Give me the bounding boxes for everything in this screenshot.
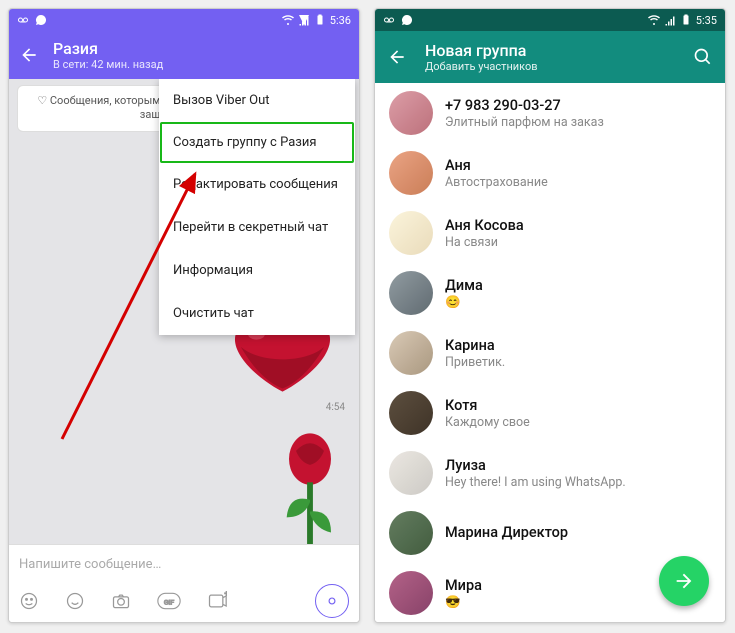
contact-row[interactable]: Дима😊 <box>375 263 725 323</box>
sticker-icon[interactable] <box>65 591 85 611</box>
chat-body: ♡ Сообщения, которыми вы обмениваетесь в… <box>9 79 359 544</box>
contact-name: Аня Косова <box>445 217 524 234</box>
contact-status: Приветик. <box>445 355 505 370</box>
whatsapp-notif-icon <box>35 14 47 26</box>
contacts-list[interactable]: +7 983 290-03-27Элитный парфюм на заказ … <box>375 83 725 622</box>
contact-name: Карина <box>445 337 505 354</box>
camera-icon[interactable] <box>111 591 131 611</box>
contact-row[interactable]: Аня КосоваНа связи <box>375 203 725 263</box>
avatar <box>389 391 433 435</box>
send-button[interactable] <box>315 584 349 618</box>
menu-item-viber-out[interactable]: Вызов Viber Out <box>159 79 355 122</box>
message-input[interactable] <box>19 553 349 576</box>
contact-row[interactable]: КаринаПриветик. <box>375 323 725 383</box>
contact-name: Котя <box>445 397 530 414</box>
contact-status: Элитный парфюм на заказ <box>445 115 604 130</box>
contact-status: 😎 <box>445 595 482 610</box>
contact-status: На связи <box>445 235 524 250</box>
battery-icon <box>680 14 692 26</box>
status-time: 5:36 <box>330 14 351 27</box>
avatar <box>389 271 433 315</box>
contact-name: Аня <box>445 157 548 174</box>
svg-text:+: + <box>225 591 228 598</box>
avatar <box>389 91 433 135</box>
next-fab-button[interactable] <box>659 556 709 606</box>
svg-text:GIF: GIF <box>164 598 175 606</box>
back-icon[interactable] <box>387 47 407 67</box>
contact-status: 😊 <box>445 295 483 310</box>
smiley-icon[interactable] <box>19 591 39 611</box>
chat-title[interactable]: Разия <box>53 39 163 58</box>
viber-header: Разия В сети: 42 мин. назад <box>9 31 359 79</box>
contact-status: Hey there! I am using WhatsApp. <box>445 475 626 490</box>
wifi-icon <box>282 14 294 26</box>
menu-item-create-group[interactable]: Создать группу c Разия <box>160 122 354 163</box>
menu-item-secret-chat[interactable]: Перейти в секретный чат <box>159 206 355 249</box>
arrow-right-icon <box>673 570 695 592</box>
status-time: 5:35 <box>696 14 717 27</box>
page-title: Новая группа <box>425 41 538 60</box>
contact-row[interactable]: КотяКаждому свое <box>375 383 725 443</box>
contact-row[interactable]: Марина Директор <box>375 503 725 563</box>
contact-status: Каждому свое <box>445 415 530 430</box>
avatar <box>389 331 433 375</box>
sticker-time: 4:54 <box>326 402 345 413</box>
viber-phone: 5:36 Разия В сети: 42 мин. назад ♡ Сообщ… <box>8 8 360 623</box>
plus-icon[interactable]: + <box>207 591 227 611</box>
contact-name: Мира <box>445 577 482 594</box>
contact-name: Дима <box>445 277 483 294</box>
sticker-rose: 4:54 <box>275 429 345 544</box>
mic-icon <box>325 594 339 608</box>
signal-icon <box>298 14 310 26</box>
avatar <box>389 151 433 195</box>
avatar <box>389 571 433 615</box>
whatsapp-header: Новая группа Добавить участников <box>375 31 725 83</box>
whatsapp-notif-icon <box>401 14 413 26</box>
gif-icon[interactable]: GIF <box>157 591 181 611</box>
avatar <box>389 511 433 555</box>
battery-icon <box>314 14 326 26</box>
status-bar: 5:35 <box>375 9 725 31</box>
contact-row[interactable]: +7 983 290-03-27Элитный парфюм на заказ <box>375 83 725 143</box>
contact-row[interactable]: АняАвтострахование <box>375 143 725 203</box>
voicemail-icon <box>383 14 395 26</box>
contact-name: Марина Директор <box>445 524 568 541</box>
menu-item-edit-messages[interactable]: Редактировать сообщения <box>159 163 355 206</box>
back-icon[interactable] <box>19 45 39 65</box>
signal-icon <box>664 14 676 26</box>
contact-row[interactable]: ЛуизаHey there! I am using WhatsApp. <box>375 443 725 503</box>
menu-item-info[interactable]: Информация <box>159 249 355 292</box>
status-bar: 5:36 <box>9 9 359 31</box>
avatar <box>389 451 433 495</box>
contact-name: Луиза <box>445 457 626 474</box>
avatar <box>389 211 433 255</box>
contact-name: +7 983 290-03-27 <box>445 97 604 114</box>
page-subtitle: Добавить участников <box>425 60 538 73</box>
search-icon[interactable] <box>693 47 713 67</box>
context-menu: Вызов Viber Out Создать группу c Разия Р… <box>159 79 355 335</box>
whatsapp-phone: 5:35 Новая группа Добавить участников +7… <box>374 8 726 623</box>
chat-subtitle: В сети: 42 мин. назад <box>53 58 163 71</box>
message-footer: GIF + <box>9 544 359 623</box>
voicemail-icon <box>17 14 29 26</box>
menu-item-clear-chat[interactable]: Очистить чат <box>159 292 355 335</box>
wifi-icon <box>648 14 660 26</box>
contact-status: Автострахование <box>445 175 548 190</box>
